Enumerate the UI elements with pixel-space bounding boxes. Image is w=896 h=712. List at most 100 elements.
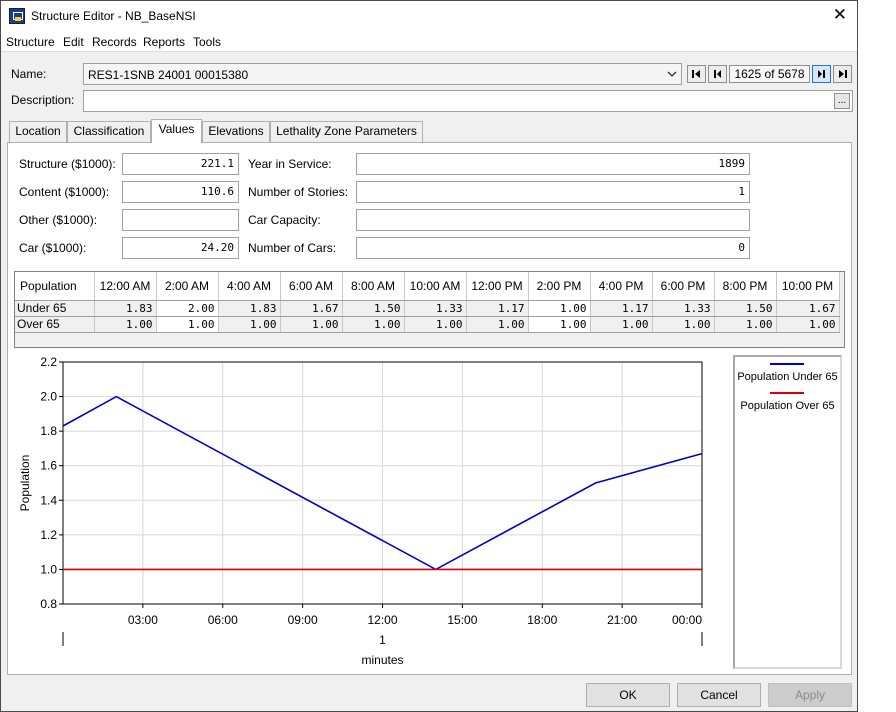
menu-tools[interactable]: Tools xyxy=(193,35,221,49)
table-cell[interactable]: 1.33 xyxy=(404,300,467,317)
column-header-population: Population xyxy=(15,272,95,301)
menu-records[interactable]: Records xyxy=(92,35,137,49)
legend-line-under-65 xyxy=(770,363,804,365)
apply-button[interactable]: Apply xyxy=(768,683,852,707)
table-cell[interactable]: 1.00 xyxy=(590,316,653,333)
table-cell[interactable]: 1.00 xyxy=(156,316,219,333)
column-header: 6:00 PM xyxy=(652,272,715,301)
tab-lethality-zone-parameters[interactable]: Lethality Zone Parameters xyxy=(270,121,423,142)
population-table: Population 12:00 AM 2:00 AM 4:00 AM 6:00… xyxy=(14,271,845,348)
table-cell[interactable]: 1.00 xyxy=(528,300,591,317)
content-value-field[interactable]: 110.6 xyxy=(122,181,239,203)
table-cell[interactable]: 1.33 xyxy=(652,300,715,317)
ok-button[interactable]: OK xyxy=(586,683,670,707)
tab-location[interactable]: Location xyxy=(9,121,67,142)
first-record-button[interactable] xyxy=(687,65,706,83)
chevron-down-icon xyxy=(667,71,677,77)
structure-editor-window: Structure Editor - NB_BaseNSI ✕ Structur… xyxy=(0,0,858,712)
record-counter: 1625 of 5678 xyxy=(729,65,810,83)
x-tick-label: 09:00 xyxy=(288,613,318,627)
car-value-label: Car ($1000): xyxy=(19,241,87,255)
description-browse-button[interactable]: ... xyxy=(834,93,850,109)
y-tick-label: 1.0 xyxy=(40,562,57,576)
table-cell[interactable]: 1.00 xyxy=(528,316,591,333)
legend-label-over-65: Population Over 65 xyxy=(740,400,835,412)
column-header: 12:00 PM xyxy=(466,272,529,301)
table-cell[interactable]: 1.00 xyxy=(404,316,467,333)
structure-value-field[interactable]: 221.1 xyxy=(122,153,239,175)
cancel-button[interactable]: Cancel xyxy=(677,683,761,707)
y-tick-label: 0.8 xyxy=(40,597,57,611)
skip-last-icon xyxy=(839,70,847,78)
x-tick-label: 06:00 xyxy=(208,613,238,627)
number-of-cars-field[interactable]: 0 xyxy=(356,237,750,259)
tab-elevations[interactable]: Elevations xyxy=(202,121,270,142)
y-tick-label: 2.2 xyxy=(40,355,57,369)
car-capacity-label: Car Capacity: xyxy=(248,213,321,227)
table-cell[interactable]: 1.17 xyxy=(590,300,653,317)
table-cell[interactable]: 1.17 xyxy=(466,300,529,317)
column-header: 10:00 AM xyxy=(404,272,467,301)
y-tick-label: 1.6 xyxy=(40,459,57,473)
y-tick-label: 2.0 xyxy=(40,390,57,404)
last-record-button[interactable] xyxy=(833,65,852,83)
y-tick-label: 1.4 xyxy=(40,493,57,507)
description-field[interactable]: ... xyxy=(83,90,853,112)
x-tick-label: 03:00 xyxy=(128,613,158,627)
close-icon[interactable]: ✕ xyxy=(833,5,847,25)
table-cell[interactable]: 2.00 xyxy=(156,300,219,317)
column-header: 8:00 AM xyxy=(342,272,405,301)
legend-label-under-65: Population Under 65 xyxy=(737,371,838,383)
table-cell[interactable]: 1.00 xyxy=(652,316,715,333)
car-value-field[interactable]: 24.20 xyxy=(122,237,239,259)
table-cell[interactable]: 1.00 xyxy=(342,316,405,333)
row-label-over-65: Over 65 xyxy=(15,316,95,333)
legend-line-over-65 xyxy=(770,392,804,394)
table-cell[interactable]: 1.00 xyxy=(776,316,840,333)
population-chart-svg: 0.8 1.0 1.2 1.4 1.6 1.8 2.0 2.2 03:00 06:00 09:00 1… xyxy=(18,355,703,667)
x-tick-label: 00:00 xyxy=(672,613,702,627)
window-title: Structure Editor - NB_BaseNSI xyxy=(31,9,196,23)
name-combobox[interactable]: RES1-1SNB 24001 00015380 xyxy=(83,63,682,85)
y-tick-label: 1.2 xyxy=(40,528,57,542)
table-cell[interactable]: 1.50 xyxy=(714,300,777,317)
car-capacity-field[interactable] xyxy=(356,209,750,231)
structure-value-label: Structure ($1000): xyxy=(19,157,116,171)
table-cell[interactable]: 1.00 xyxy=(466,316,529,333)
table-cell[interactable]: 1.50 xyxy=(342,300,405,317)
table-cell[interactable]: 1.00 xyxy=(218,316,281,333)
table-cell[interactable]: 1.67 xyxy=(776,300,840,317)
tab-classification[interactable]: Classification xyxy=(67,121,151,142)
table-cell[interactable]: 1.00 xyxy=(280,316,343,333)
table-cell[interactable]: 1.00 xyxy=(714,316,777,333)
column-header: 10:00 PM xyxy=(776,272,840,301)
year-in-service-label: Year in Service: xyxy=(248,157,332,171)
number-of-stories-field[interactable]: 1 xyxy=(356,181,750,203)
x-axis-label: minutes xyxy=(361,653,403,667)
description-label: Description: xyxy=(11,93,75,107)
column-header: 4:00 PM xyxy=(590,272,653,301)
menu-reports[interactable]: Reports xyxy=(143,35,185,49)
column-header: 6:00 AM xyxy=(280,272,343,301)
number-of-cars-label: Number of Cars: xyxy=(248,241,337,255)
skip-first-icon xyxy=(692,70,700,78)
previous-icon xyxy=(714,70,721,78)
table-cell[interactable]: 1.67 xyxy=(280,300,343,317)
column-header: 8:00 PM xyxy=(714,272,777,301)
row-label-under-65: Under 65 xyxy=(15,300,95,317)
tab-values[interactable]: Values xyxy=(151,119,202,143)
y-axis-label: Population xyxy=(18,455,32,512)
table-cell[interactable]: 1.83 xyxy=(218,300,281,317)
column-header: 4:00 AM xyxy=(218,272,281,301)
table-row: Under 65 1.83 2.00 1.83 1.67 1.50 1.33 1… xyxy=(15,300,840,317)
table-header-row: Population 12:00 AM 2:00 AM 4:00 AM 6:00… xyxy=(15,272,840,301)
menu-edit[interactable]: Edit xyxy=(63,35,84,49)
next-record-button[interactable] xyxy=(812,65,831,83)
other-value-label: Other ($1000): xyxy=(19,213,98,227)
previous-record-button[interactable] xyxy=(708,65,727,83)
table-cell[interactable]: 1.00 xyxy=(94,316,157,333)
menu-structure[interactable]: Structure xyxy=(6,35,55,49)
table-cell[interactable]: 1.83 xyxy=(94,300,157,317)
other-value-field[interactable] xyxy=(122,209,239,231)
year-in-service-field[interactable]: 1899 xyxy=(356,153,750,175)
